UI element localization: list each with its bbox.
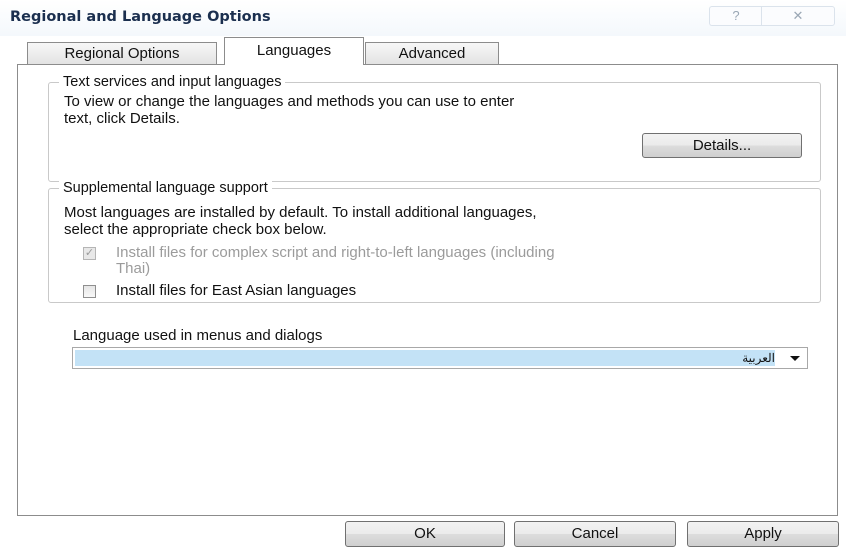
supplemental-language-group: Supplemental language support Most langu… [48, 179, 821, 303]
ui-language-dropdown[interactable]: العربية [72, 347, 808, 369]
ok-button[interactable]: OK [345, 521, 505, 547]
cancel-button[interactable]: Cancel [514, 521, 676, 547]
complex-script-checkbox[interactable]: ✓ [83, 247, 96, 260]
supplemental-description-line2: select the appropriate check box below. [64, 221, 327, 238]
complex-script-label-line2: Thai) [116, 260, 151, 277]
ui-language-label: Language used in menus and dialogs [73, 327, 323, 344]
text-services-description-line2: text, click Details. [64, 110, 180, 127]
caption-buttons: ? ✕ [709, 6, 839, 26]
title-bar: Regional and Language Options ? ✕ [0, 0, 846, 36]
tab-strip: Regional Options Languages Advanced [0, 36, 846, 65]
chevron-down-icon[interactable] [790, 356, 800, 361]
east-asian-label: Install files for East Asian languages [116, 282, 357, 299]
window-title: Regional and Language Options [10, 9, 271, 25]
help-icon: ? [732, 8, 740, 23]
supplemental-description-line1: Most languages are installed by default.… [64, 204, 537, 221]
text-services-legend: Text services and input languages [59, 73, 286, 91]
close-button[interactable]: ✕ [761, 6, 835, 26]
tab-regional-options[interactable]: Regional Options [27, 42, 217, 64]
east-asian-checkbox[interactable] [83, 285, 96, 298]
text-services-group: Text services and input languages To vie… [48, 73, 821, 182]
supplemental-legend: Supplemental language support [59, 179, 272, 197]
tab-advanced[interactable]: Advanced [365, 42, 499, 64]
complex-script-label-line1: Install files for complex script and rig… [116, 244, 555, 261]
help-button[interactable]: ? [709, 6, 762, 26]
tab-languages[interactable]: Languages [224, 37, 364, 65]
apply-button[interactable]: Apply [687, 521, 839, 547]
tab-panel-languages: Text services and input languages To vie… [17, 64, 838, 516]
checkmark-icon: ✓ [84, 247, 95, 259]
close-icon: ✕ [792, 8, 804, 23]
ui-language-selected: العربية [75, 350, 775, 366]
text-services-description-line1: To view or change the languages and meth… [64, 93, 515, 110]
details-button[interactable]: Details... [642, 133, 802, 158]
